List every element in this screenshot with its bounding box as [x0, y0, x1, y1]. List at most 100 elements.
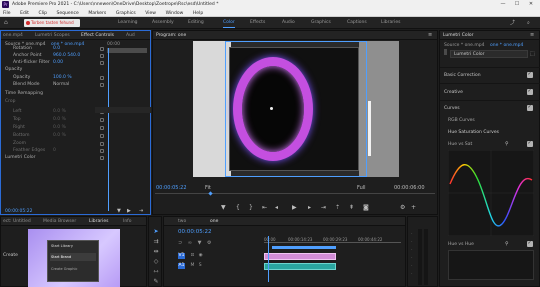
menu-file[interactable]: File — [3, 11, 11, 16]
lumetri-effect-select[interactable]: Lumetri Color — [450, 50, 528, 58]
effect-property-value[interactable]: 0.0 % — [53, 133, 66, 138]
tab-source-one[interactable]: one.mp4 — [3, 33, 23, 38]
playback-resolution-select[interactable]: Full — [357, 185, 366, 191]
tab-effect-controls[interactable]: Effect Controls — [81, 33, 114, 38]
reset-parameter-icon[interactable] — [100, 47, 104, 51]
lumetri-source-label[interactable]: Source * one.mp4 — [444, 43, 484, 48]
linked-selection-icon[interactable]: ∞ — [188, 240, 192, 246]
reset-parameter-icon[interactable] — [100, 149, 104, 153]
section-rgb-curves[interactable]: RGB Curves — [448, 118, 475, 123]
effect-property-value[interactable]: 960.0 540.0 — [53, 53, 80, 58]
tab-media-browser[interactable]: Media Browser — [43, 219, 76, 224]
filter-icon[interactable]: ▼ — [117, 208, 121, 214]
menu-item-create-graphic[interactable]: Create Graphic — [51, 267, 77, 271]
effect-property-value[interactable]: 0.0 % — [53, 125, 66, 130]
menu-edit[interactable]: Edit — [20, 11, 29, 16]
reset-parameter-icon[interactable] — [100, 126, 104, 130]
creative-checkbox[interactable] — [527, 88, 533, 95]
tab-project[interactable]: ect: Untitled — [3, 219, 31, 224]
timeline-ruler[interactable] — [264, 242, 401, 243]
effect-property-value[interactable]: 100.0 % — [53, 75, 72, 80]
panel-menu-icon[interactable]: ≡ — [428, 32, 432, 38]
settings-wrench-icon[interactable]: ⚙ — [400, 205, 405, 211]
hue-vs-hue-curve-graph[interactable] — [448, 250, 534, 280]
add-marker-tl-icon[interactable]: ▼ — [198, 240, 202, 246]
workspace-assembly[interactable]: Assembly — [152, 20, 174, 25]
minimize-button[interactable]: — — [496, 1, 510, 8]
ec-playhead[interactable] — [108, 48, 109, 211]
effect-toggle-icon[interactable]: ⬚ — [530, 51, 535, 57]
track-target-v1[interactable]: V1 — [178, 253, 185, 259]
hue-hue-checkbox[interactable] — [527, 240, 533, 247]
section-basic-correction[interactable]: Basic Correction — [444, 73, 481, 78]
slip-tool-icon[interactable]: ⇿ — [152, 268, 160, 275]
search-icon[interactable]: ⌕ — [527, 20, 530, 26]
menu-help[interactable]: Help — [193, 11, 203, 16]
transform-bounding-box[interactable] — [225, 41, 367, 177]
track-mute-icon[interactable]: M — [190, 263, 194, 268]
audio-clip-one[interactable] — [264, 263, 336, 270]
effect-property-value[interactable]: 0.0 % — [53, 117, 66, 122]
reset-parameter-icon[interactable] — [100, 76, 104, 80]
menu-window[interactable]: Window — [166, 11, 184, 16]
program-scrub-bar[interactable] — [155, 193, 435, 194]
tab-sequence-two[interactable]: two — [178, 219, 186, 224]
effect-property-value[interactable]: Normal — [53, 82, 69, 87]
workspace-learning[interactable]: Learning — [118, 20, 138, 25]
export-icon[interactable]: ⤴ — [510, 20, 515, 26]
libraries-promo-card[interactable]: Start Library Start Brand Create Graphic — [28, 229, 120, 287]
create-library-label[interactable]: Create — [3, 253, 18, 258]
reset-parameter-icon[interactable] — [100, 156, 104, 160]
mark-in-icon[interactable]: { — [236, 205, 240, 211]
step-forward-icon[interactable]: ▸ — [308, 205, 311, 211]
section-creative[interactable]: Creative — [444, 90, 463, 95]
go-to-out-icon[interactable]: ⇥ — [321, 205, 326, 211]
play-icon[interactable]: ▶ — [292, 205, 297, 211]
menu-item-start-library[interactable]: Start Library — [51, 244, 73, 248]
pen-tool-icon[interactable]: ✎ — [152, 278, 160, 285]
workspace-graphics[interactable]: Graphics — [311, 20, 331, 25]
home-icon[interactable]: ⌂ — [4, 19, 12, 26]
go-to-in-icon[interactable]: ⇤ — [262, 205, 267, 211]
add-button-icon[interactable]: + — [411, 205, 416, 211]
program-playhead[interactable] — [208, 191, 213, 196]
timeline-timecode[interactable]: 00:00:05:22 — [178, 229, 212, 235]
extract-icon[interactable]: ⇞ — [349, 205, 354, 211]
step-back-icon[interactable]: ◂ — [275, 205, 278, 211]
workspace-editing[interactable]: Editing — [188, 20, 204, 25]
menu-item-start-brand[interactable]: Start Brand — [51, 255, 71, 259]
reset-parameter-icon[interactable] — [100, 61, 104, 65]
track-eye-icon[interactable]: ◉ — [199, 253, 203, 258]
reset-parameter-icon[interactable] — [100, 134, 104, 138]
track-select-tool-icon[interactable]: ⇉ — [152, 238, 160, 245]
notification-banner[interactable]: Torben tasten fehund — [24, 19, 80, 27]
program-timecode[interactable]: 00:00:05:22 — [156, 185, 187, 191]
tab-lumetri-color[interactable]: Lumetri Color — [443, 33, 473, 38]
workspace-color[interactable]: Color — [223, 20, 235, 28]
export-frame-icon[interactable]: ⇥ — [139, 208, 143, 214]
menu-sequence[interactable]: Sequence — [57, 11, 79, 16]
workspace-captions[interactable]: Captions — [347, 20, 367, 25]
timeline-playhead[interactable] — [268, 236, 269, 282]
track-solo-icon[interactable]: S — [199, 263, 202, 268]
track-lock-icon[interactable]: ⊡ — [190, 253, 194, 258]
basic-correction-checkbox[interactable] — [527, 71, 533, 78]
reset-parameter-icon[interactable] — [100, 83, 104, 87]
ripple-edit-tool-icon[interactable]: ⇹ — [152, 248, 160, 255]
eyedropper-icon-2[interactable]: ⚲ — [505, 241, 509, 247]
tab-lumetri-scopes[interactable]: Lumetri Scopes — [35, 33, 70, 38]
workspace-effects[interactable]: Effects — [250, 20, 265, 25]
tab-audio[interactable]: Aud — [126, 33, 135, 38]
hue-sat-checkbox[interactable] — [527, 140, 533, 147]
workspace-libraries[interactable]: Libraries — [381, 20, 400, 25]
reset-parameter-icon[interactable] — [100, 142, 104, 146]
program-video-frame[interactable] — [193, 41, 399, 177]
mark-out-icon[interactable]: } — [249, 205, 253, 211]
selection-tool-icon[interactable]: ➤ — [152, 228, 160, 235]
effect-property-value[interactable]: 0.00 — [53, 60, 63, 65]
lift-icon[interactable]: ⇡ — [335, 205, 340, 211]
work-area-bar[interactable] — [272, 246, 336, 249]
play-audio-icon[interactable]: ▶ — [127, 208, 131, 214]
menu-clip[interactable]: Clip — [38, 11, 47, 16]
export-frame-camera-icon[interactable]: ◙ — [363, 205, 369, 211]
